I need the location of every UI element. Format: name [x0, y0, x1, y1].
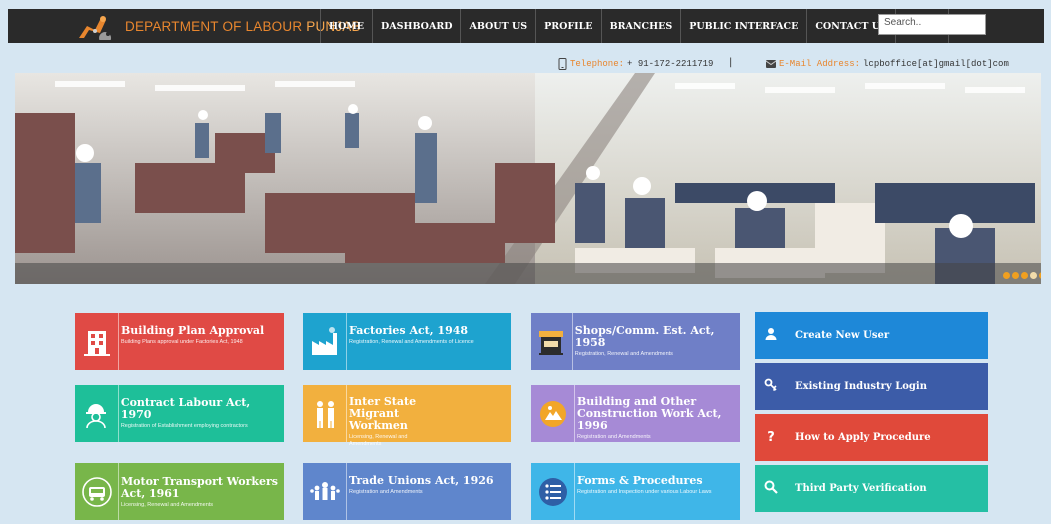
factory-icon	[303, 313, 347, 370]
hero-slider[interactable]	[15, 73, 1041, 284]
checklist-icon	[531, 463, 575, 520]
migrant-workers-icon	[303, 385, 347, 442]
nav-about-us[interactable]: ABOUT US	[460, 9, 535, 43]
nav-profile[interactable]: PROFILE	[535, 9, 600, 43]
nav-home[interactable]: HOME	[320, 9, 372, 43]
create-new-user-button[interactable]: Create New User	[755, 312, 988, 359]
tile-motor-transport-act[interactable]: Motor Transport Workers Act, 1961 Licensi…	[75, 463, 284, 520]
search-icon	[757, 480, 785, 498]
slider-dot[interactable]	[1021, 272, 1028, 279]
contact-email: E-Mail Address: lcpboffice[at]gmail[dot]…	[766, 57, 1009, 71]
user-icon	[757, 327, 785, 345]
nav-branches[interactable]: BRANCHES	[600, 9, 681, 43]
site-logo[interactable]: DEPARTMENT OF LABOUR PUNJAB	[75, 9, 361, 43]
contact-phone: Telephone: + 91-172-2211719	[558, 57, 713, 71]
slider-dot-active[interactable]	[1030, 272, 1037, 279]
factory-workers-photo	[15, 73, 1041, 284]
search-input[interactable]: Search..	[878, 14, 986, 35]
phone-icon	[558, 58, 567, 70]
slider-dot[interactable]	[1012, 272, 1019, 279]
nav-public-interface[interactable]: PUBLIC INTERFACE	[680, 9, 806, 43]
contact-separator: |	[729, 57, 733, 68]
worker-helmet-icon	[75, 385, 119, 442]
tile-building-construction-act[interactable]: Building and Other Construction Work Act…	[531, 385, 740, 442]
top-nav-bar: DEPARTMENT OF LABOUR PUNJAB HOME DASHBOA…	[8, 9, 1044, 43]
tile-inter-state-migrant[interactable]: Inter State Migrant Workmen Licensing, Re…	[303, 385, 511, 447]
slider-dots	[1003, 272, 1041, 279]
construction-icon	[531, 385, 575, 442]
envelope-icon	[766, 60, 776, 68]
tile-contract-labour-act[interactable]: Contract Labour Act, 1970 Registration of…	[75, 385, 284, 442]
union-group-icon	[303, 463, 347, 520]
robot-arm-logo-icon	[79, 16, 112, 40]
tile-building-plan-approval[interactable]: Building Plan Approval Building Plans app…	[75, 313, 284, 370]
tile-forms-procedures[interactable]: Forms & Procedures Registration and Inspe…	[531, 463, 740, 520]
tile-shops-act[interactable]: Shops/Comm. Est. Act, 1958 Registration, …	[531, 313, 740, 370]
shop-icon	[531, 313, 573, 370]
how-to-apply-button[interactable]: ? How to Apply Procedure	[755, 414, 988, 461]
existing-industry-login-button[interactable]: Existing Industry Login	[755, 363, 988, 410]
key-icon	[757, 378, 785, 396]
slider-caption-bar	[15, 263, 1041, 284]
building-icon	[75, 313, 119, 370]
vehicle-icon	[75, 463, 119, 520]
nav-dashboard[interactable]: DASHBOARD	[372, 9, 460, 43]
slider-dot[interactable]	[1003, 272, 1010, 279]
tile-trade-unions-act[interactable]: Trade Unions Act, 1926 Registration and A…	[303, 463, 511, 520]
main-nav: HOME DASHBOARD ABOUT US PROFILE BRANCHES…	[320, 9, 950, 43]
slider-dot[interactable]	[1039, 272, 1041, 279]
third-party-verification-button[interactable]: Third Party Verification	[755, 465, 988, 512]
tile-factories-act[interactable]: Factories Act, 1948 Registration, Renewal…	[303, 313, 511, 370]
question-icon: ?	[767, 430, 775, 445]
